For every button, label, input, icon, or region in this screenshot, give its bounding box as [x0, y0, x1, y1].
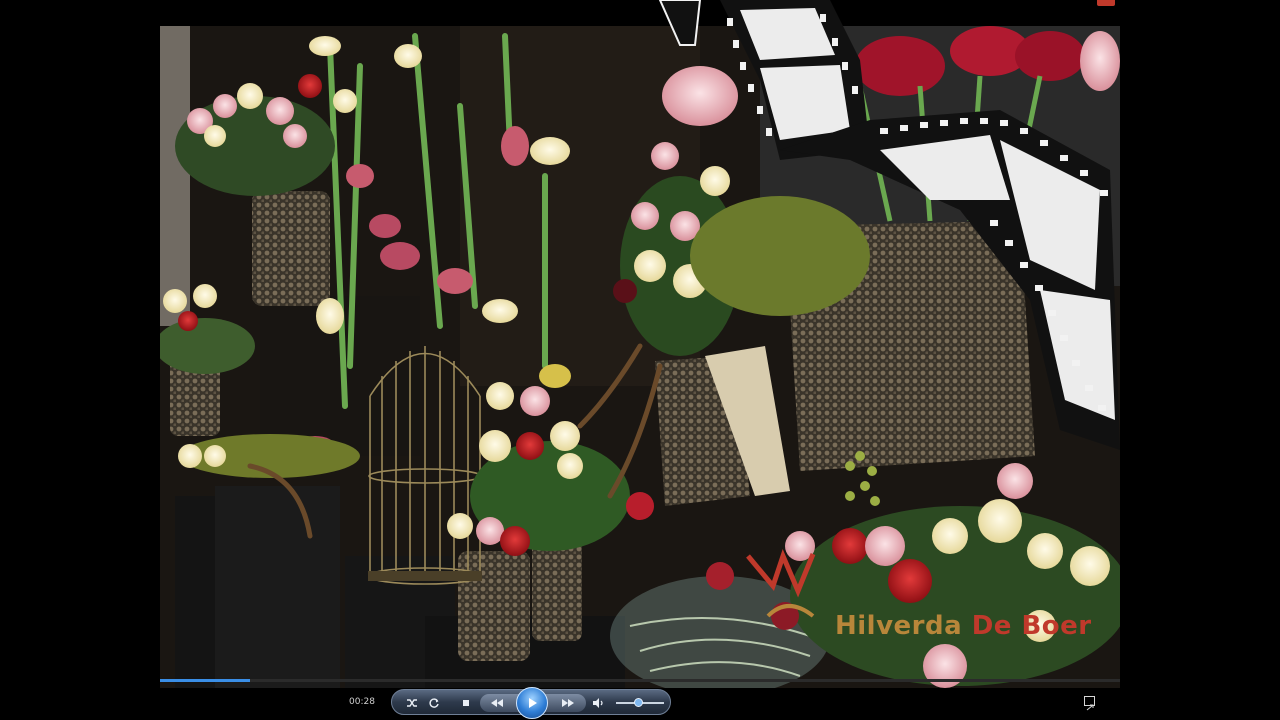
volume-slider[interactable]: [616, 698, 664, 707]
elapsed-time: 00:28: [349, 697, 375, 707]
speaker-icon: [593, 698, 603, 708]
video-frame[interactable]: Hilverda De Boer: [160, 26, 1120, 688]
media-player-window: Hilverda De Boer 00:28: [0, 0, 1280, 720]
transport-controls: [391, 687, 671, 719]
stop-button[interactable]: [458, 695, 474, 711]
fast-forward-button[interactable]: [560, 695, 576, 711]
volume-button[interactable]: [590, 695, 606, 711]
watermark-text-part1: Hilverda: [835, 611, 963, 641]
fullscreen-button[interactable]: [1084, 696, 1095, 711]
seek-bar-progress: [160, 679, 251, 682]
fullscreen-icon: [1086, 704, 1094, 711]
volume-slider-handle[interactable]: [633, 698, 643, 707]
play-icon: [529, 698, 537, 708]
watermark-text: Hilverda De Boer: [835, 611, 1092, 641]
seek-bar[interactable]: [160, 679, 1120, 682]
repeat-icon[interactable]: [426, 695, 442, 711]
rewind-button[interactable]: [489, 695, 505, 711]
watermark-text-part2: De Boer: [971, 611, 1092, 641]
play-button[interactable]: [516, 687, 548, 719]
shuffle-icon[interactable]: [404, 695, 420, 711]
video-scene: [160, 26, 1120, 688]
close-button[interactable]: [1097, 0, 1115, 6]
